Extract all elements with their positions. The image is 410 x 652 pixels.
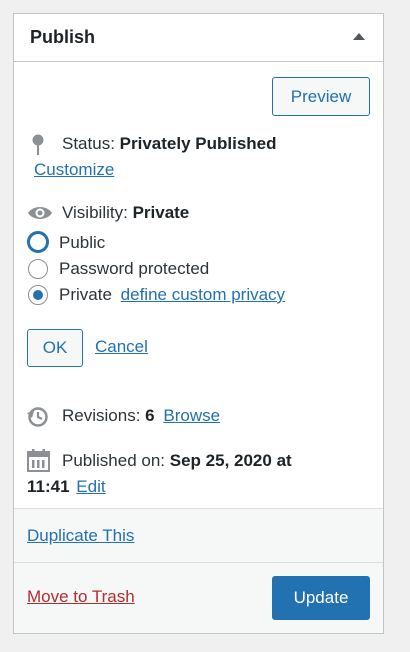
visibility-password-radio[interactable]: [28, 259, 48, 279]
pin-icon: [31, 134, 45, 161]
calendar-icon: [27, 449, 50, 477]
edit-date-link[interactable]: Edit: [76, 477, 105, 496]
revisions-count: 6: [145, 406, 155, 425]
define-custom-privacy-link[interactable]: define custom privacy: [121, 285, 285, 304]
visibility-public-label[interactable]: Public: [59, 233, 105, 253]
visibility-label: Visibility:: [62, 203, 128, 222]
status-label: Status:: [62, 134, 115, 153]
visibility-public-radio[interactable]: [27, 231, 49, 253]
published-time: 11:41: [27, 477, 70, 496]
revisions-icon: [27, 406, 49, 433]
status-value: Privately Published: [119, 134, 277, 153]
visibility-private-radio[interactable]: [28, 285, 48, 305]
visibility-private-label[interactable]: Private: [59, 285, 112, 304]
customize-status-link[interactable]: Customize: [34, 160, 114, 180]
visibility-private-row: Private define custom privacy: [59, 285, 285, 305]
publish-box-header: Publish: [14, 14, 383, 62]
move-to-trash-link[interactable]: Move to Trash: [27, 587, 135, 607]
visibility-value: Private: [132, 203, 190, 222]
preview-button[interactable]: Preview: [272, 77, 370, 116]
published-label: Published on:: [62, 451, 166, 470]
eye-icon: [27, 204, 53, 227]
publish-box-title: Publish: [30, 27, 96, 47]
revisions-label: Revisions:: [62, 406, 141, 425]
published-time-row: 11:41 Edit: [27, 477, 106, 497]
revisions-row: Revisions: 6 Browse: [62, 406, 220, 426]
visibility-row: Visibility: Private: [62, 203, 189, 223]
published-date: Sep 25, 2020 at: [169, 451, 292, 470]
status-row: Status: Privately Published: [62, 134, 277, 154]
duplicate-this-link[interactable]: Duplicate This: [27, 526, 134, 546]
published-row: Published on: Sep 25, 2020 at: [62, 451, 292, 471]
publish-box: Publish Preview Status: Privately Publis…: [13, 13, 384, 634]
browse-revisions-link[interactable]: Browse: [163, 406, 220, 425]
ok-button[interactable]: OK: [27, 329, 83, 367]
visibility-password-label[interactable]: Password protected: [59, 259, 209, 279]
collapse-arrow-icon[interactable]: [353, 33, 365, 40]
update-button[interactable]: Update: [272, 576, 370, 620]
cancel-link[interactable]: Cancel: [95, 337, 148, 357]
